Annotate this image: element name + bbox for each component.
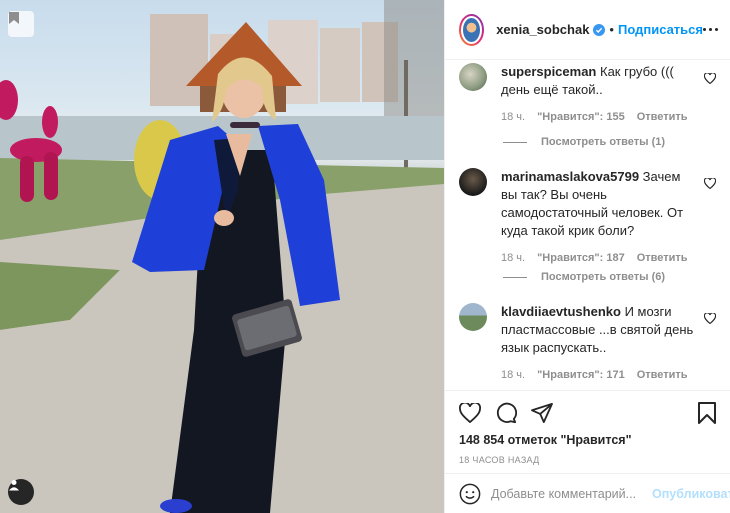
comment-likes[interactable]: "Нравится": 187 [537,252,625,264]
comment-text-wrap: klavdiiaevtushenko И мозги пластмассовые… [501,303,696,357]
save-image-button[interactable] [8,11,34,37]
post-header: xenia_sobchak • Подписаться [445,0,730,60]
heart-outline-icon[interactable] [703,311,717,329]
comment-reply-button[interactable]: Ответить [637,252,688,264]
comment-time[interactable]: 18 ч. [501,252,525,264]
comment-avatar[interactable] [459,303,487,331]
comment-meta: 18 ч. "Нравится": 171 Ответить [501,369,696,381]
comment-username[interactable]: klavdiiaevtushenko [501,304,621,319]
comment-item: klavdiiaevtushenko И мозги пластмассовые… [459,303,717,381]
view-replies-button[interactable]: Посмотреть ответы (1) [503,136,665,148]
comment-meta: 18 ч. "Нравится": 187 Ответить [501,252,696,264]
view-replies-label: Посмотреть ответы (1) [541,136,666,148]
view-replies-button[interactable]: Посмотреть ответы (6) [503,271,665,283]
comment-input[interactable] [491,486,652,501]
view-replies-line [503,141,527,143]
comment-reply-button[interactable]: Ответить [637,369,688,381]
post-timestamp[interactable]: 18 ЧАСОВ НАЗАД [459,455,716,465]
avatar[interactable] [459,13,485,46]
share-icon [531,403,553,423]
post-actions: 148 854 отметок "Нравится" 18 ЧАСОВ НАЗА… [445,390,730,465]
instagram-post: xenia_sobchak • Подписаться superspicema… [0,0,730,513]
like-button[interactable] [459,403,481,423]
comment-button[interactable] [495,402,517,424]
publish-button[interactable]: Опубликовать [652,487,730,501]
comment-likes[interactable]: "Нравится": 155 [537,111,625,123]
action-icons-row [459,391,716,435]
heart-outline-icon[interactable] [703,176,717,194]
post-photo-illustration [0,0,444,513]
save-image-icon [9,12,19,24]
view-replies-label: Посмотреть ответы (6) [541,271,666,283]
comment-item: marinamaslakova5799 Зачем вы так? Вы оче… [459,168,717,264]
likes-count[interactable]: 148 854 отметок "Нравится" [459,433,716,447]
comment-text-wrap: superspiceman Как грубо ((( день ещё так… [501,63,696,99]
post-photo[interactable] [0,0,444,513]
comment-avatar[interactable] [459,63,487,91]
emoji-icon [459,483,481,504]
post-author-username[interactable]: xenia_sobchak [496,22,589,37]
bookmark-icon [698,402,716,424]
comment-time[interactable]: 18 ч. [501,111,525,123]
comments-list[interactable]: superspiceman Как грубо ((( день ещё так… [445,60,730,390]
view-replies-line [503,276,527,278]
comment-avatar[interactable] [459,168,487,196]
follow-button[interactable]: Подписаться [618,22,703,37]
more-options-icon[interactable] [703,28,718,31]
post-sidebar: xenia_sobchak • Подписаться superspicema… [444,0,730,513]
user-tag-icon [9,480,19,491]
emoji-button[interactable] [459,483,481,505]
verified-badge-icon [593,23,606,36]
comment-meta: 18 ч. "Нравится": 155 Ответить [501,111,696,123]
save-post-button[interactable] [698,402,716,424]
comment-item: superspiceman Как грубо ((( день ещё так… [459,63,717,123]
comment-text-wrap: marinamaslakova5799 Зачем вы так? Вы оче… [501,168,696,240]
comment-username[interactable]: marinamaslakova5799 [501,169,639,184]
share-button[interactable] [531,403,553,423]
heart-outline-icon[interactable] [703,71,717,89]
comment-icon [496,402,517,424]
separator-dot: • [609,22,614,37]
comment-username[interactable]: superspiceman [501,64,596,79]
comment-likes[interactable]: "Нравится": 171 [537,369,625,381]
add-comment-bar: Опубликовать [445,473,730,513]
user-tag-button[interactable] [8,479,34,505]
avatar-image [461,15,483,44]
comment-time[interactable]: 18 ч. [501,369,525,381]
comment-reply-button[interactable]: Ответить [637,111,688,123]
heart-outline-icon [459,403,481,423]
